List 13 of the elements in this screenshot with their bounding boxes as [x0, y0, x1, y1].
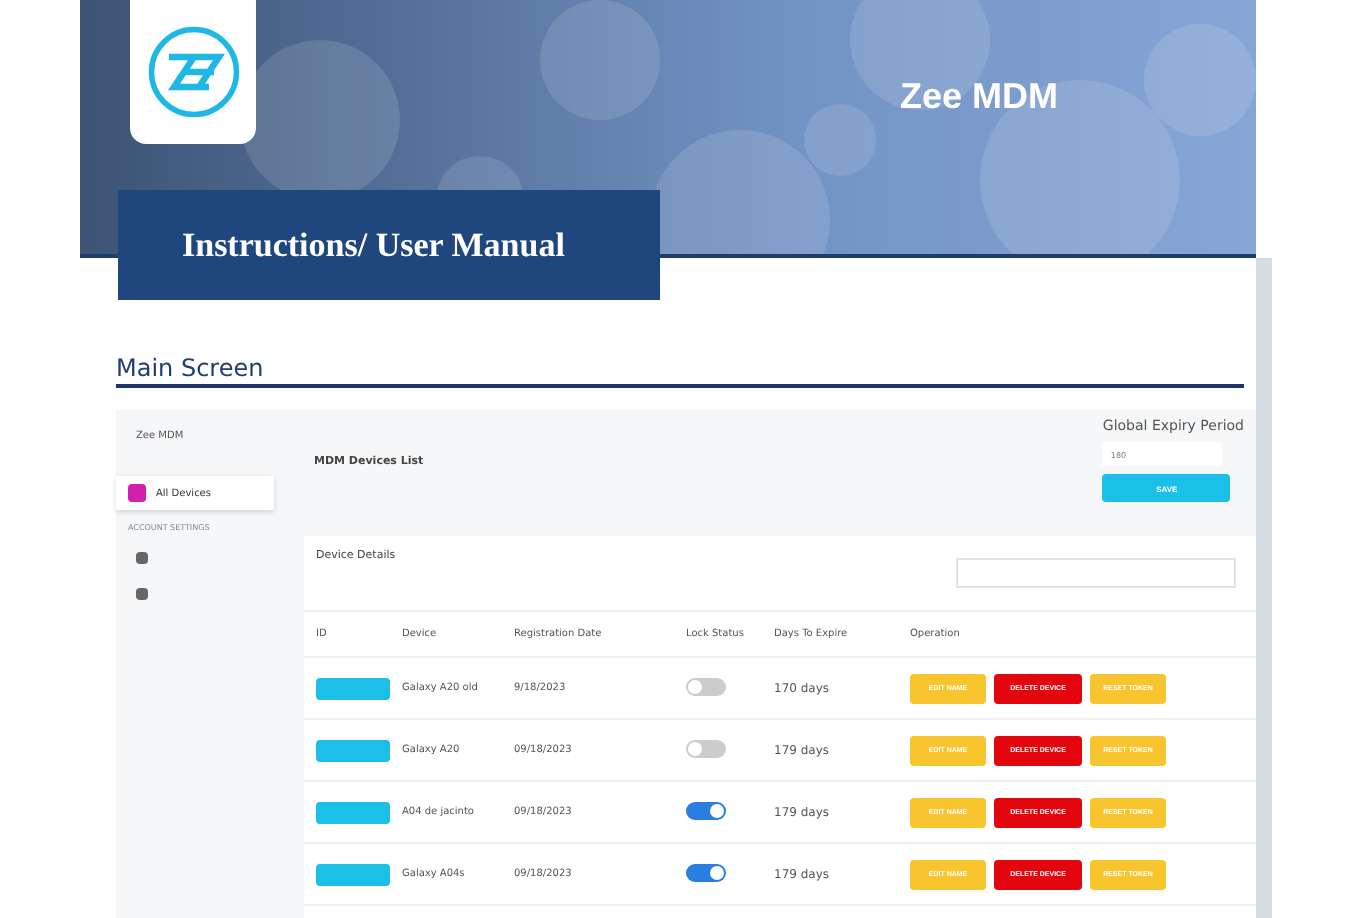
lock-toggle[interactable] — [686, 740, 726, 758]
id-badge[interactable] — [316, 801, 390, 823]
search-field[interactable] — [956, 558, 1236, 588]
id-badge[interactable] — [316, 863, 390, 885]
manual-title: Instructions/ User Manual — [118, 190, 660, 300]
product-title: Zee MDM — [900, 76, 1059, 118]
lock-toggle[interactable] — [686, 864, 726, 882]
id-badge[interactable] — [316, 677, 390, 699]
logo-icon — [143, 22, 243, 122]
id-badge[interactable] — [316, 739, 390, 761]
section-title: Main Screen — [116, 354, 1244, 388]
lock-toggle[interactable] — [686, 802, 726, 820]
lock-toggle[interactable] — [686, 678, 726, 696]
